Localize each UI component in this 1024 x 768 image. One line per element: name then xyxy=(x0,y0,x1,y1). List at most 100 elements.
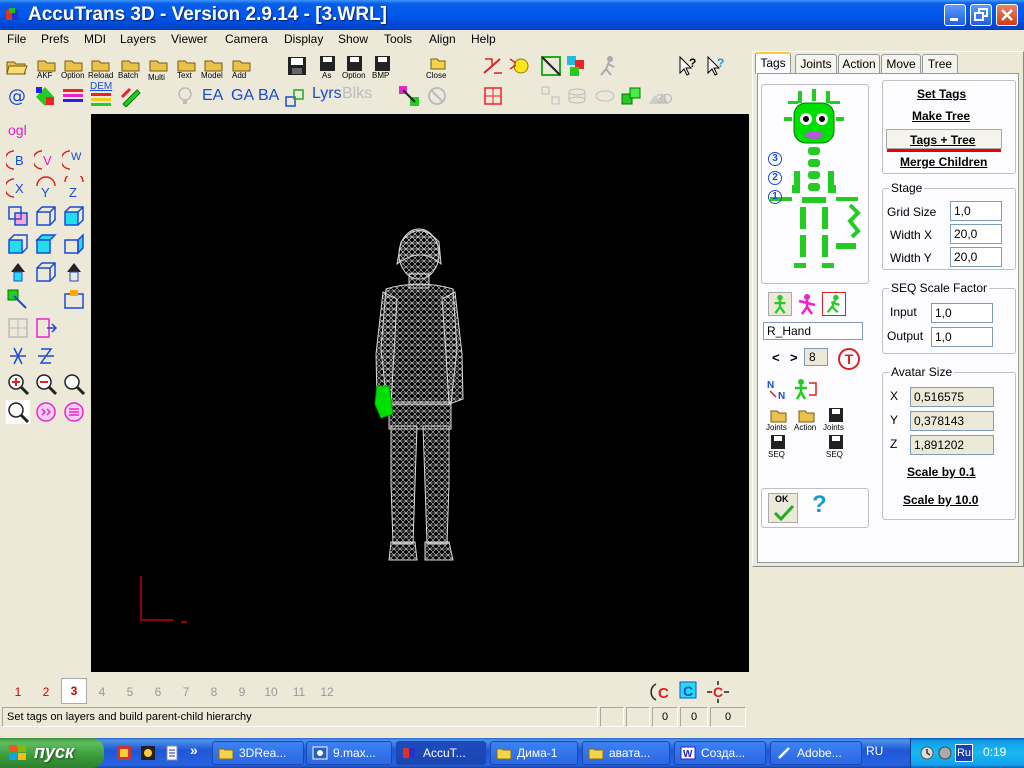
open-joints-icon[interactable] xyxy=(770,407,788,423)
pin-right-icon[interactable] xyxy=(62,260,86,284)
at-sign-icon[interactable]: @ xyxy=(6,85,28,107)
rotate-x-icon[interactable]: X xyxy=(6,176,30,200)
figure-green-icon[interactable] xyxy=(768,292,792,316)
light-gray-icon[interactable] xyxy=(175,85,197,107)
input-scale-field[interactable] xyxy=(931,303,993,323)
grid-size-field[interactable] xyxy=(950,201,1002,221)
menu-display[interactable]: Display xyxy=(284,32,323,46)
network-tray-icon[interactable] xyxy=(919,745,935,761)
tag-name-field[interactable] xyxy=(763,322,863,340)
renumber-icon[interactable]: NN xyxy=(766,377,790,401)
quicklaunch-file-icon[interactable] xyxy=(164,745,180,761)
rotate-b-icon[interactable]: B xyxy=(6,148,30,172)
width-x-field[interactable] xyxy=(950,224,1002,244)
clock[interactable]: 0:19 xyxy=(983,745,1006,759)
3d-viewport[interactable] xyxy=(91,114,749,672)
grid-arrow-icon[interactable] xyxy=(34,316,58,340)
blks-button[interactable]: Blks xyxy=(342,85,372,103)
cube-face-left-icon[interactable] xyxy=(6,232,30,256)
figure-arrows-icon[interactable] xyxy=(792,377,818,401)
volume-tray-icon[interactable] xyxy=(937,745,953,761)
pencil-icon[interactable] xyxy=(120,85,142,107)
layer-11-button[interactable]: 11 xyxy=(289,685,309,699)
menu-align[interactable]: Align xyxy=(429,32,456,46)
cylinder-gray-icon[interactable] xyxy=(566,85,588,107)
ea-button[interactable]: EA xyxy=(202,87,223,105)
center-arrows-icon[interactable]: C xyxy=(706,680,730,704)
grid-gray-icon[interactable] xyxy=(6,316,30,340)
cube-cyan-icon[interactable] xyxy=(62,204,86,228)
layer-6-button[interactable]: 6 xyxy=(149,685,167,699)
app-icon[interactable] xyxy=(5,7,21,23)
ok-button[interactable]: OK xyxy=(768,493,798,523)
zoom-in-icon[interactable] xyxy=(6,372,30,396)
layer-5-button[interactable]: 5 xyxy=(121,685,139,699)
level-2-marker[interactable]: 2 xyxy=(768,171,782,185)
menu-help[interactable]: Help xyxy=(471,32,496,46)
level-1-marker[interactable]: 1 xyxy=(768,190,782,204)
color-cube-icon[interactable] xyxy=(398,85,420,107)
zoom-out-icon[interactable] xyxy=(34,372,58,396)
prev-tag-button[interactable]: < xyxy=(772,350,780,365)
boxes-icon[interactable] xyxy=(284,87,306,109)
menu-layers[interactable]: Layers xyxy=(120,32,156,46)
open-seq-icon[interactable] xyxy=(770,434,786,450)
menu-tools[interactable]: Tools xyxy=(384,32,412,46)
green-boxes-icon[interactable] xyxy=(620,85,642,107)
avatar-x-field[interactable] xyxy=(910,387,994,407)
tab-move[interactable]: Move xyxy=(881,54,921,74)
scale-by-10-button[interactable]: Scale by 10.0 xyxy=(903,493,978,507)
frame-orange-icon[interactable] xyxy=(62,288,86,312)
save-icon[interactable] xyxy=(286,55,308,77)
snap-z-icon[interactable] xyxy=(34,344,58,368)
ogl-label[interactable]: ogl xyxy=(8,122,27,138)
layer-12-button[interactable]: 12 xyxy=(317,685,337,699)
level-3-marker[interactable]: 3 xyxy=(768,152,782,166)
ga-button[interactable]: GA xyxy=(231,87,254,105)
help-button[interactable]: ? xyxy=(812,491,827,519)
bounding-box-icon[interactable] xyxy=(540,55,562,77)
rotate-w-icon[interactable]: W xyxy=(62,148,86,172)
task-accutrans[interactable]: AccuT... xyxy=(396,741,486,765)
menu-mdi[interactable]: MDI xyxy=(84,32,106,46)
menu-prefs[interactable]: Prefs xyxy=(41,32,69,46)
clear-tag-button[interactable]: T xyxy=(838,348,860,370)
transform-icon[interactable] xyxy=(482,55,504,77)
quicklaunch-app-icon[interactable] xyxy=(116,745,132,761)
grid-nodes-icon[interactable] xyxy=(482,85,504,107)
layer-9-button[interactable]: 9 xyxy=(233,685,251,699)
cube-face-right-icon[interactable] xyxy=(62,232,86,256)
layer-2-button[interactable]: 2 xyxy=(37,685,55,699)
tab-tree[interactable]: Tree xyxy=(922,54,958,74)
width-y-field[interactable] xyxy=(950,247,1002,267)
color-layers-icon[interactable] xyxy=(566,55,588,77)
tags-tree-button[interactable]: Tags + Tree xyxy=(886,129,1002,149)
avatar-z-field[interactable] xyxy=(910,435,994,455)
cube-wire-icon[interactable] xyxy=(34,204,58,228)
ba-button[interactable]: BA xyxy=(258,87,279,105)
keyboard-layout-tray[interactable]: Ru xyxy=(955,744,973,762)
lightbulb-icon[interactable] xyxy=(508,55,530,77)
task-3dreality[interactable]: 3DRea... xyxy=(212,741,304,765)
layer-1-button[interactable]: 1 xyxy=(9,685,27,699)
language-indicator[interactable]: RU xyxy=(866,744,894,762)
menu-show[interactable]: Show xyxy=(338,32,368,46)
hierarchy-gray-icon[interactable] xyxy=(540,85,562,107)
center-red-icon[interactable]: C xyxy=(650,680,674,704)
make-tree-button[interactable]: Make Tree xyxy=(912,109,970,123)
layer-4-button[interactable]: 4 xyxy=(93,685,111,699)
pin-left-icon[interactable] xyxy=(6,260,30,284)
context-help-icon[interactable]: ? xyxy=(705,55,727,77)
menu-viewer[interactable]: Viewer xyxy=(171,32,207,46)
task-adobe[interactable]: Adobe... xyxy=(770,741,862,765)
tab-tags[interactable]: Tags xyxy=(755,52,791,74)
zoom-select-icon[interactable] xyxy=(6,400,30,424)
quicklaunch-dog-icon[interactable] xyxy=(140,745,156,761)
next-tag-button[interactable]: > xyxy=(790,350,798,365)
open-folder-icon[interactable] xyxy=(6,55,28,77)
open-action-icon[interactable] xyxy=(798,407,816,423)
tab-action[interactable]: Action xyxy=(838,54,880,74)
task-max[interactable]: 9.max... xyxy=(306,741,392,765)
task-avatars[interactable]: авата... xyxy=(582,741,670,765)
task-dima[interactable]: Дима-1 xyxy=(490,741,578,765)
